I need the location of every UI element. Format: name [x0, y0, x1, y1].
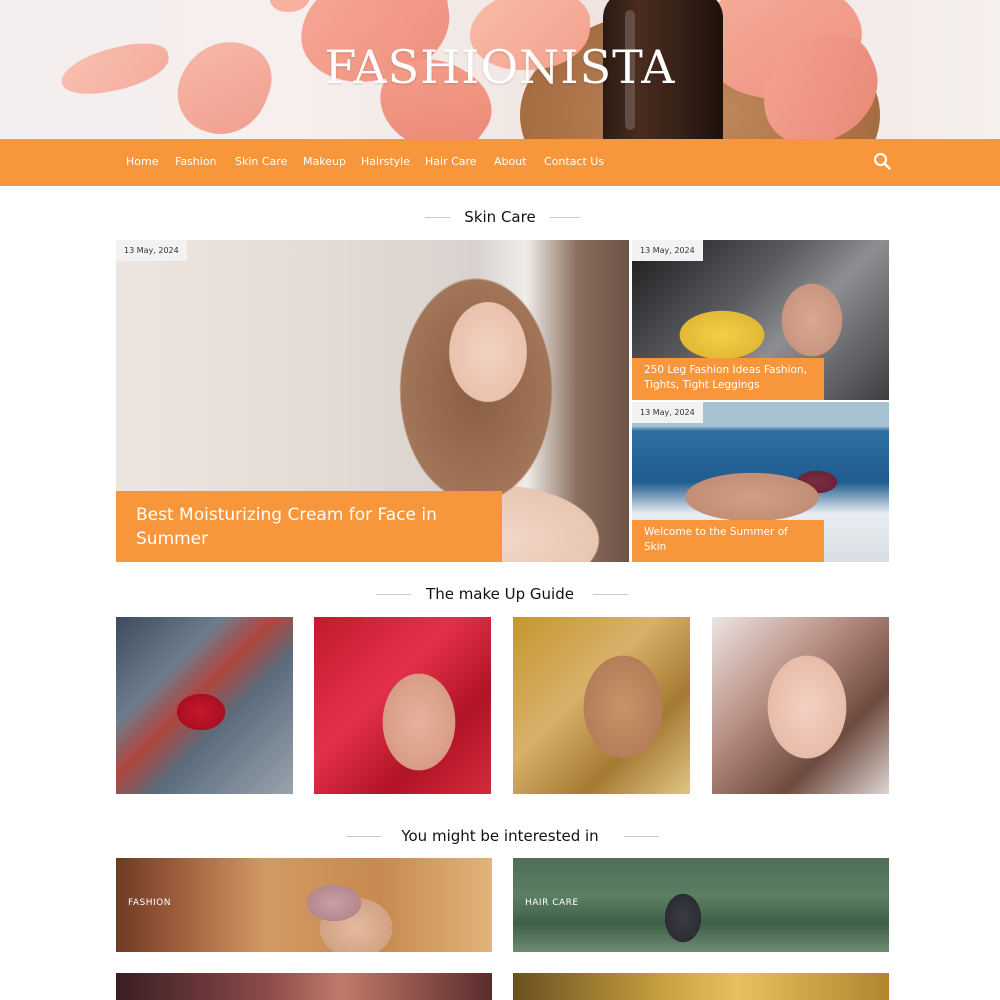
section-title-interested: You might be interested in: [0, 827, 1000, 845]
nav-contact-us[interactable]: Contact Us: [544, 155, 604, 168]
nav-about[interactable]: About: [494, 155, 527, 168]
category-label: HAIR CARE: [525, 898, 579, 908]
search-icon[interactable]: [873, 152, 891, 170]
nav-skin-care[interactable]: Skin Care: [235, 155, 287, 168]
nav-makeup[interactable]: Makeup: [303, 155, 346, 168]
nav-hair-care[interactable]: Hair Care: [425, 155, 477, 168]
featured-post[interactable]: 13 May, 2024 Best Moisturizing Cream for…: [116, 240, 629, 562]
nav-home[interactable]: Home: [126, 155, 158, 168]
makeup-guide-image-3[interactable]: [513, 617, 690, 794]
interest-card-4[interactable]: [513, 973, 889, 1000]
main-nav: Home Fashion Skin Care Makeup Hairstyle …: [0, 139, 1000, 186]
post-date: 13 May, 2024: [116, 240, 187, 261]
side-post-1-title[interactable]: 250 Leg Fashion Ideas Fashion, Tights, T…: [632, 358, 824, 400]
header-banner: FASHIONISTA: [0, 0, 1000, 139]
site-logo[interactable]: FASHIONISTA: [0, 40, 1000, 94]
interest-card-hair-care[interactable]: HAIR CARE: [513, 858, 889, 952]
side-post-2[interactable]: 13 May, 2024 Welcome to the Summer of Sk…: [632, 402, 889, 562]
makeup-guide-image-4[interactable]: [712, 617, 889, 794]
section-title-skin-care: Skin Care: [0, 208, 1000, 226]
nav-hairstyle[interactable]: Hairstyle: [361, 155, 410, 168]
side-post-2-title[interactable]: Welcome to the Summer of Skin: [632, 520, 824, 562]
post-date: 13 May, 2024: [632, 402, 703, 423]
section-title-makeup-guide: The make Up Guide: [0, 585, 1000, 603]
makeup-guide-image-1[interactable]: [116, 617, 293, 794]
nav-fashion[interactable]: Fashion: [175, 155, 217, 168]
interest-card-3[interactable]: [116, 973, 492, 1000]
interest-card-fashion[interactable]: FASHION: [116, 858, 492, 952]
post-date: 13 May, 2024: [632, 240, 703, 261]
makeup-guide-image-2[interactable]: [314, 617, 491, 794]
side-post-1[interactable]: 13 May, 2024 250 Leg Fashion Ideas Fashi…: [632, 240, 889, 400]
featured-post-title[interactable]: Best Moisturizing Cream for Face in Summ…: [116, 491, 502, 562]
category-label: FASHION: [128, 898, 171, 908]
